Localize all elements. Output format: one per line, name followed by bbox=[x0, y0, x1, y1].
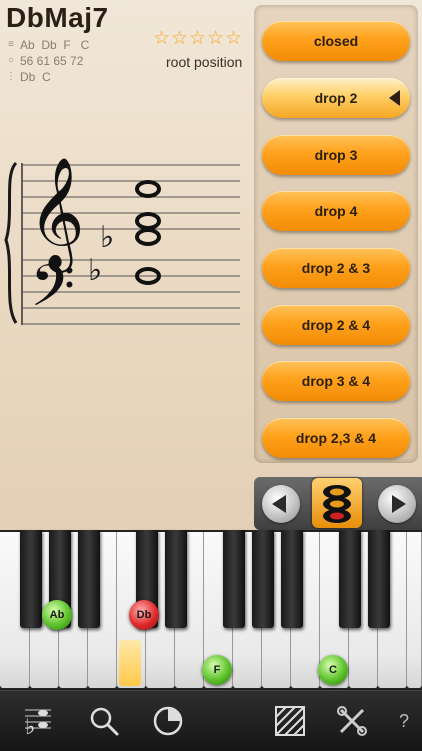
next-button[interactable] bbox=[378, 485, 416, 523]
black-key[interactable] bbox=[20, 530, 42, 628]
chord-name: DbMaj7 bbox=[6, 2, 109, 33]
black-key[interactable] bbox=[339, 530, 361, 628]
voicing-panel: closed drop 2 drop 3 drop 4 drop 2 & 3 d… bbox=[254, 5, 418, 463]
note-head bbox=[135, 180, 161, 198]
flat-icon: ♭ bbox=[88, 253, 102, 288]
voicing-drop23-button[interactable]: drop 2 & 3 bbox=[262, 248, 410, 288]
black-key[interactable] bbox=[223, 530, 245, 628]
timer-icon bbox=[153, 706, 183, 736]
notation-icon: ♭ bbox=[25, 709, 51, 738]
star-icon: ☆ bbox=[171, 28, 189, 49]
black-key[interactable] bbox=[78, 530, 100, 628]
notation-button[interactable]: ♭ bbox=[18, 701, 58, 741]
chord-bass-row: ⋮ Db C bbox=[6, 70, 51, 84]
chord-midi: 56 61 65 72 bbox=[20, 54, 84, 68]
tools-icon bbox=[337, 706, 367, 736]
chord-panel: DbMaj7 ≡ Ab Db F C ○ 56 61 65 72 ⋮ Db C … bbox=[0, 0, 422, 530]
voicing-drop3-button[interactable]: drop 3 bbox=[262, 135, 410, 175]
help-button[interactable]: ? bbox=[384, 701, 422, 741]
note-marker-c: C bbox=[318, 655, 348, 685]
pattern-button[interactable] bbox=[270, 701, 310, 741]
black-key[interactable] bbox=[252, 530, 274, 628]
rating-stars[interactable]: ☆ ☆ ☆ ☆ ☆ bbox=[153, 28, 243, 49]
voicing-drop2-label: drop 2 bbox=[314, 90, 358, 106]
voicing-icon[interactable] bbox=[312, 478, 362, 528]
star-icon: ☆ bbox=[189, 28, 207, 49]
black-key[interactable] bbox=[368, 530, 390, 628]
note-marker-db: Db bbox=[129, 600, 159, 630]
steps-icon: ⋮ bbox=[6, 71, 16, 82]
key-highlight bbox=[119, 640, 141, 686]
voicing-closed-button[interactable]: closed bbox=[262, 21, 410, 61]
bass-clef-icon: 𝄢 bbox=[30, 252, 75, 334]
voicing-drop234-button[interactable]: drop 2,3 & 4 bbox=[262, 418, 410, 458]
arrow-left-icon bbox=[272, 495, 286, 513]
chord-info: DbMaj7 ≡ Ab Db F C ○ 56 61 65 72 ⋮ Db C … bbox=[0, 0, 252, 530]
piano-keyboard: Ab Db F C bbox=[0, 530, 422, 690]
star-icon: ☆ bbox=[225, 28, 243, 49]
white-key[interactable] bbox=[407, 532, 422, 688]
search-button[interactable] bbox=[84, 701, 124, 741]
flat-icon: ♭ bbox=[100, 220, 114, 255]
stacked-notes-icon bbox=[323, 485, 351, 523]
grand-staff: 𝄞 𝄢 ♭ ♭ bbox=[0, 135, 252, 350]
brace-icon bbox=[4, 161, 18, 324]
bottom-toolbar: ♭ ? bbox=[0, 690, 422, 751]
staff-svg: 𝄞 𝄢 ♭ ♭ bbox=[4, 156, 240, 334]
black-key[interactable] bbox=[165, 530, 187, 628]
stripes-icon bbox=[275, 706, 305, 736]
chord-midi-row: ○ 56 61 65 72 bbox=[6, 54, 83, 68]
voicing-nav bbox=[254, 477, 422, 530]
circle-icon: ○ bbox=[7, 55, 15, 66]
svg-text:♭: ♭ bbox=[25, 715, 35, 738]
voicing-drop24-button[interactable]: drop 2 & 4 bbox=[262, 305, 410, 345]
note-marker-ab: Ab bbox=[42, 600, 72, 630]
chord-notes-row: ≡ Ab Db F C bbox=[6, 38, 89, 52]
settings-button[interactable] bbox=[332, 701, 372, 741]
chord-bass: Db C bbox=[20, 70, 51, 84]
star-icon: ☆ bbox=[153, 28, 171, 49]
prev-button[interactable] bbox=[262, 485, 300, 523]
search-icon bbox=[90, 707, 119, 736]
note-head bbox=[135, 228, 161, 246]
voicing-drop2-button[interactable]: drop 2 bbox=[262, 78, 410, 118]
bars-icon: ≡ bbox=[8, 39, 14, 50]
position-label: root position bbox=[166, 54, 243, 70]
black-key[interactable] bbox=[281, 530, 303, 628]
timer-button[interactable] bbox=[148, 701, 188, 741]
star-icon: ☆ bbox=[207, 28, 225, 49]
note-head bbox=[135, 212, 161, 230]
voicing-drop34-button[interactable]: drop 3 & 4 bbox=[262, 361, 410, 401]
voicing-drop4-button[interactable]: drop 4 bbox=[262, 191, 410, 231]
note-marker-f: F bbox=[202, 655, 232, 685]
selected-arrow-icon bbox=[389, 90, 400, 106]
chord-notes: Ab Db F C bbox=[20, 38, 90, 52]
arrow-right-icon bbox=[392, 495, 406, 513]
